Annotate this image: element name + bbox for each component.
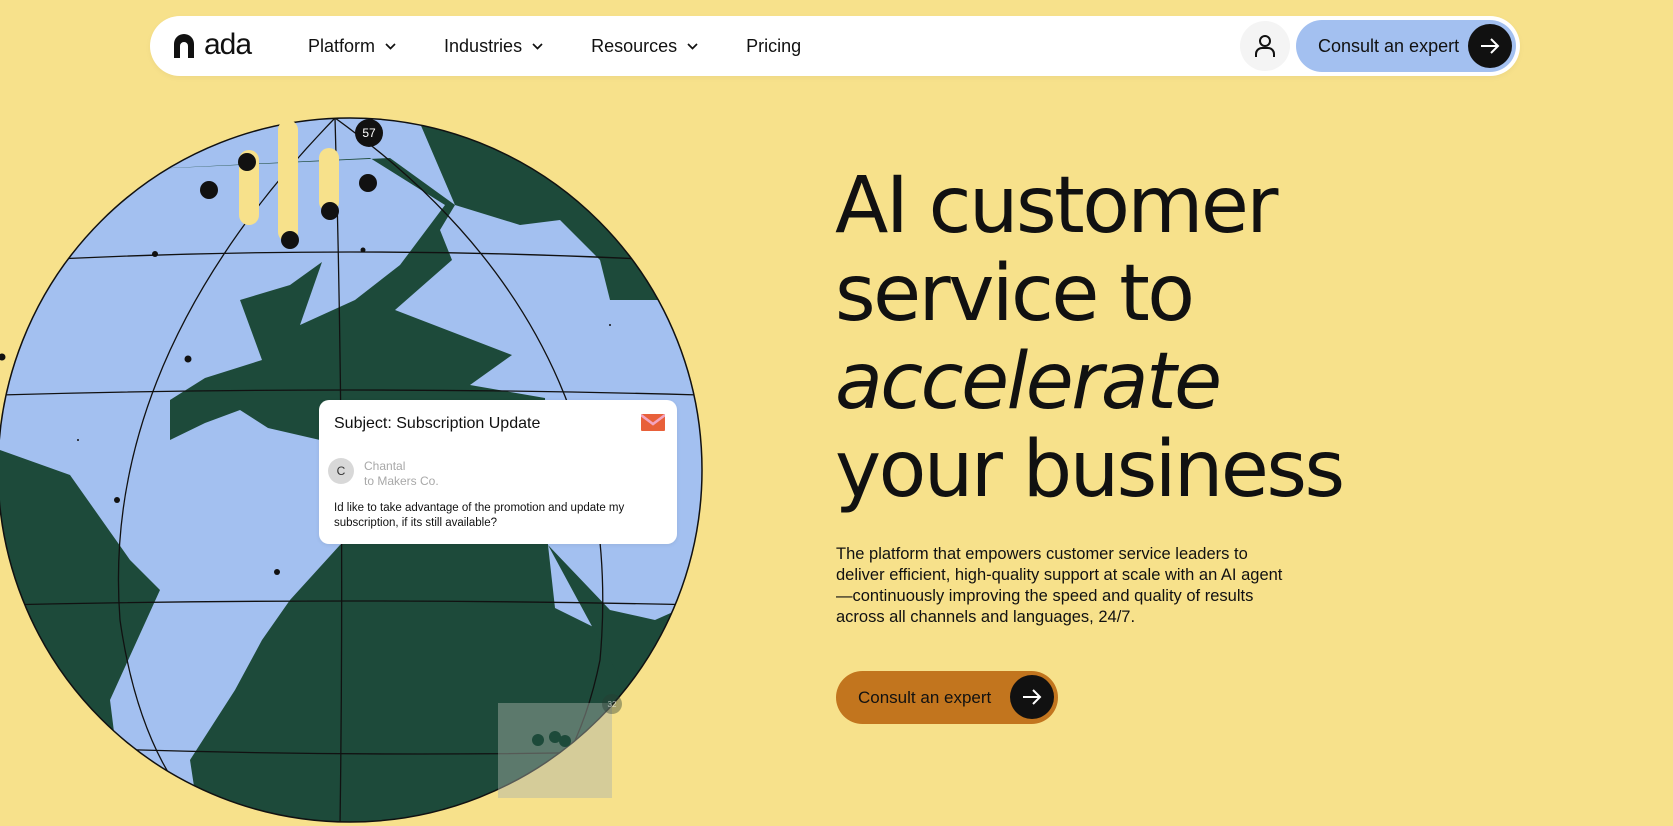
ghost-tag-badge: 32 <box>602 694 622 714</box>
email-sender: Chantal to Makers Co. <box>364 459 439 489</box>
pin-count-badge: 57 <box>355 119 383 147</box>
sender-name: Chantal <box>364 459 406 473</box>
email-body: Id like to take advantage of the promoti… <box>334 502 625 529</box>
nav-item-label: Pricing <box>746 35 802 56</box>
headline-line-italic: accelerate <box>835 337 1222 427</box>
avatar: C <box>328 458 354 484</box>
email-subject: Subject: Subscription Update <box>334 415 541 432</box>
sender-recipient: to Makers Co. <box>364 474 439 488</box>
ghost-card <box>498 703 612 798</box>
consult-expert-hero-button[interactable]: Consult an expert <box>836 671 1058 724</box>
arrow-right-icon <box>1010 675 1054 719</box>
consult-expert-nav-button[interactable]: Consult an expert <box>1296 20 1516 72</box>
data-bar <box>278 120 298 242</box>
cta-label: Consult an expert <box>858 688 992 707</box>
hero-subtext: The platform that empowers customer serv… <box>836 545 1283 626</box>
arrow-right-icon <box>1468 24 1512 68</box>
email-card: Subject: Subscription Update C Chantal t… <box>319 400 677 544</box>
user-account-button[interactable] <box>1240 21 1290 71</box>
headline-line: your business <box>835 425 1345 515</box>
nav-item-pricing[interactable]: Pricing <box>746 36 801 57</box>
envelope-icon <box>641 414 665 431</box>
user-icon <box>1255 35 1275 57</box>
headline-line: service to <box>835 249 1195 339</box>
ghost-pins <box>532 731 571 747</box>
cta-label: Consult an expert <box>1318 36 1460 56</box>
hero-headline: AI customer service to accelerate your b… <box>835 161 1345 515</box>
headline-line: AI customer <box>835 161 1278 251</box>
